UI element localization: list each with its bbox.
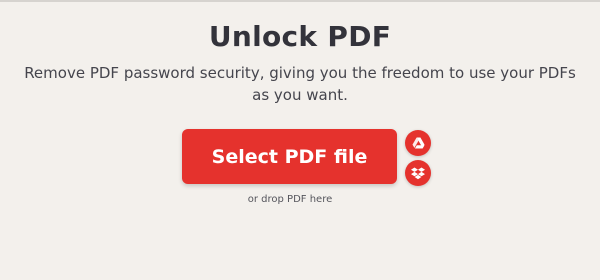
google-drive-icon bbox=[412, 137, 425, 149]
dropbox-button[interactable] bbox=[405, 160, 431, 186]
dropbox-icon bbox=[411, 167, 425, 180]
select-pdf-button[interactable]: Select PDF file bbox=[182, 129, 397, 184]
google-drive-button[interactable] bbox=[405, 130, 431, 156]
drop-hint-text: or drop PDF here bbox=[247, 194, 333, 205]
top-divider bbox=[0, 0, 600, 2]
page-subtitle: Remove PDF password security, giving you… bbox=[24, 64, 576, 104]
page-title: Unlock PDF bbox=[208, 20, 392, 53]
